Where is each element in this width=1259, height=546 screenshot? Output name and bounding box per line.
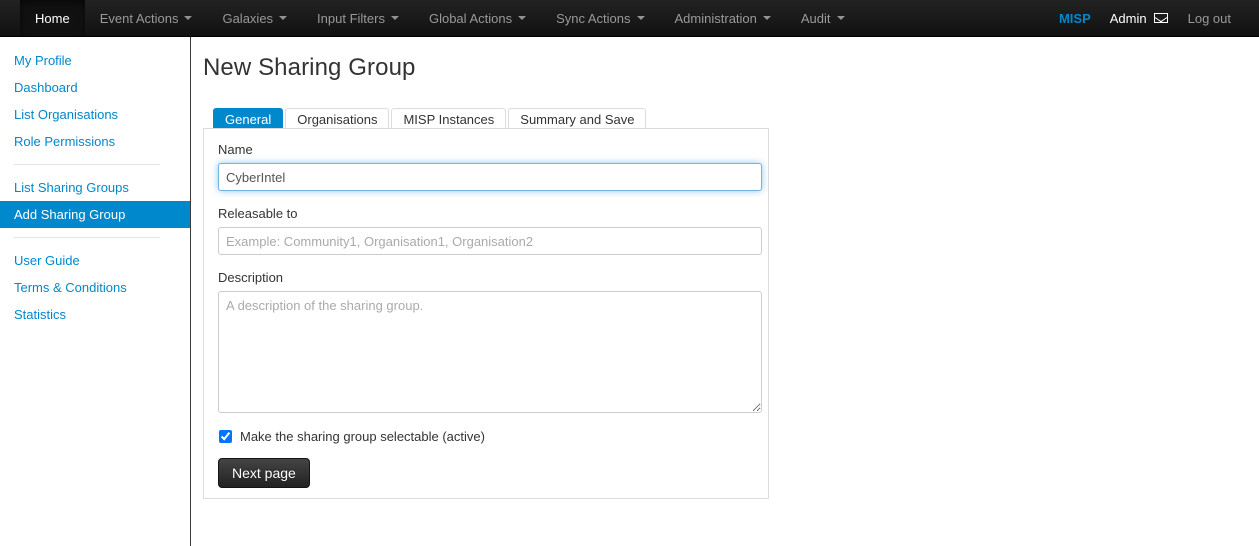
- chevron-down-icon: [390, 16, 399, 20]
- chevron-down-icon: [762, 16, 771, 20]
- misp-brand-link[interactable]: MISP: [1050, 0, 1100, 36]
- nav-item-home[interactable]: Home: [20, 0, 85, 36]
- sidebar-item-terms-and-conditions[interactable]: Terms & Conditions: [0, 274, 190, 301]
- nav-item-input-filters[interactable]: Input Filters: [302, 0, 414, 36]
- name-input[interactable]: [218, 163, 762, 191]
- description-textarea[interactable]: [218, 291, 762, 413]
- active-checkbox-row[interactable]: Make the sharing group selectable (activ…: [218, 428, 754, 445]
- sidebar-item-role-permissions[interactable]: Role Permissions: [0, 128, 190, 155]
- chevron-down-icon: [279, 16, 288, 20]
- name-field-label: Name: [218, 142, 253, 157]
- envelope-icon[interactable]: [1153, 13, 1168, 23]
- nav-item-administration-label: Administration: [674, 10, 757, 26]
- nav-item-global-actions[interactable]: Global Actions: [414, 0, 541, 36]
- navbar-user-menu: MISP Admin Log out: [1050, 0, 1259, 36]
- nav-item-galaxies-label: Galaxies: [222, 10, 274, 26]
- releasable-to-field-label: Releasable to: [218, 206, 298, 221]
- sidebar-item-my-profile[interactable]: My Profile: [0, 47, 190, 74]
- tab-general[interactable]: General: [213, 108, 284, 130]
- page-title: New Sharing Group: [203, 54, 416, 81]
- title-divider: [203, 92, 1259, 93]
- active-checkbox[interactable]: [219, 430, 232, 443]
- tab-bar: General Organisations MISP Instances Sum…: [213, 107, 1259, 130]
- nav-item-global-actions-label: Global Actions: [428, 10, 513, 26]
- sidebar-item-add-sharing-group[interactable]: Add Sharing Group: [0, 201, 190, 228]
- nav-item-input-filters-label: Input Filters: [317, 10, 385, 26]
- next-page-button[interactable]: Next page: [218, 458, 310, 488]
- user-menu[interactable]: Admin: [1100, 0, 1178, 36]
- description-field-label: Description: [218, 270, 284, 285]
- sidebar-item-list-organisations[interactable]: List Organisations: [0, 101, 190, 128]
- releasable-to-input[interactable]: [218, 227, 762, 255]
- logout-link[interactable]: Log out: [1178, 0, 1241, 36]
- chevron-down-icon: [518, 16, 527, 20]
- nav-item-audit-label: Audit: [800, 10, 831, 26]
- main-content: New Sharing Group General Organisations …: [192, 37, 1259, 546]
- nav-item-home-label: Home: [35, 10, 70, 26]
- user-name-label: Admin: [1109, 10, 1147, 26]
- nav-item-event-actions-label: Event Actions: [99, 10, 179, 26]
- tab-misp-instances[interactable]: MISP Instances: [391, 108, 507, 130]
- sidebar-item-statistics[interactable]: Statistics: [0, 301, 190, 328]
- sidebar: My Profile Dashboard List Organisations …: [0, 37, 191, 546]
- chevron-down-icon: [184, 16, 193, 20]
- nav-item-sync-actions[interactable]: Sync Actions: [541, 0, 659, 36]
- chevron-down-icon: [636, 16, 645, 20]
- nav-item-audit[interactable]: Audit: [786, 0, 860, 36]
- nav-item-administration[interactable]: Administration: [660, 0, 786, 36]
- top-navbar: Home Event Actions Galaxies Input Filter…: [0, 0, 1259, 37]
- nav-item-galaxies[interactable]: Galaxies: [207, 0, 302, 36]
- sidebar-divider: [14, 237, 160, 238]
- tab-summary-and-save[interactable]: Summary and Save: [508, 108, 647, 130]
- sidebar-item-list-sharing-groups[interactable]: List Sharing Groups: [0, 174, 190, 201]
- nav-item-sync-actions-label: Sync Actions: [556, 10, 631, 26]
- sidebar-divider: [14, 164, 160, 165]
- chevron-down-icon: [836, 16, 845, 20]
- tab-organisations[interactable]: Organisations: [285, 108, 390, 130]
- navbar-primary-menu: Home Event Actions Galaxies Input Filter…: [0, 0, 860, 36]
- active-checkbox-label: Make the sharing group selectable (activ…: [240, 429, 485, 444]
- sidebar-item-dashboard[interactable]: Dashboard: [0, 74, 190, 101]
- nav-item-event-actions[interactable]: Event Actions: [85, 0, 208, 36]
- sharing-group-form-panel: Name Releasable to Description Make the …: [203, 128, 769, 499]
- sidebar-item-user-guide[interactable]: User Guide: [0, 247, 190, 274]
